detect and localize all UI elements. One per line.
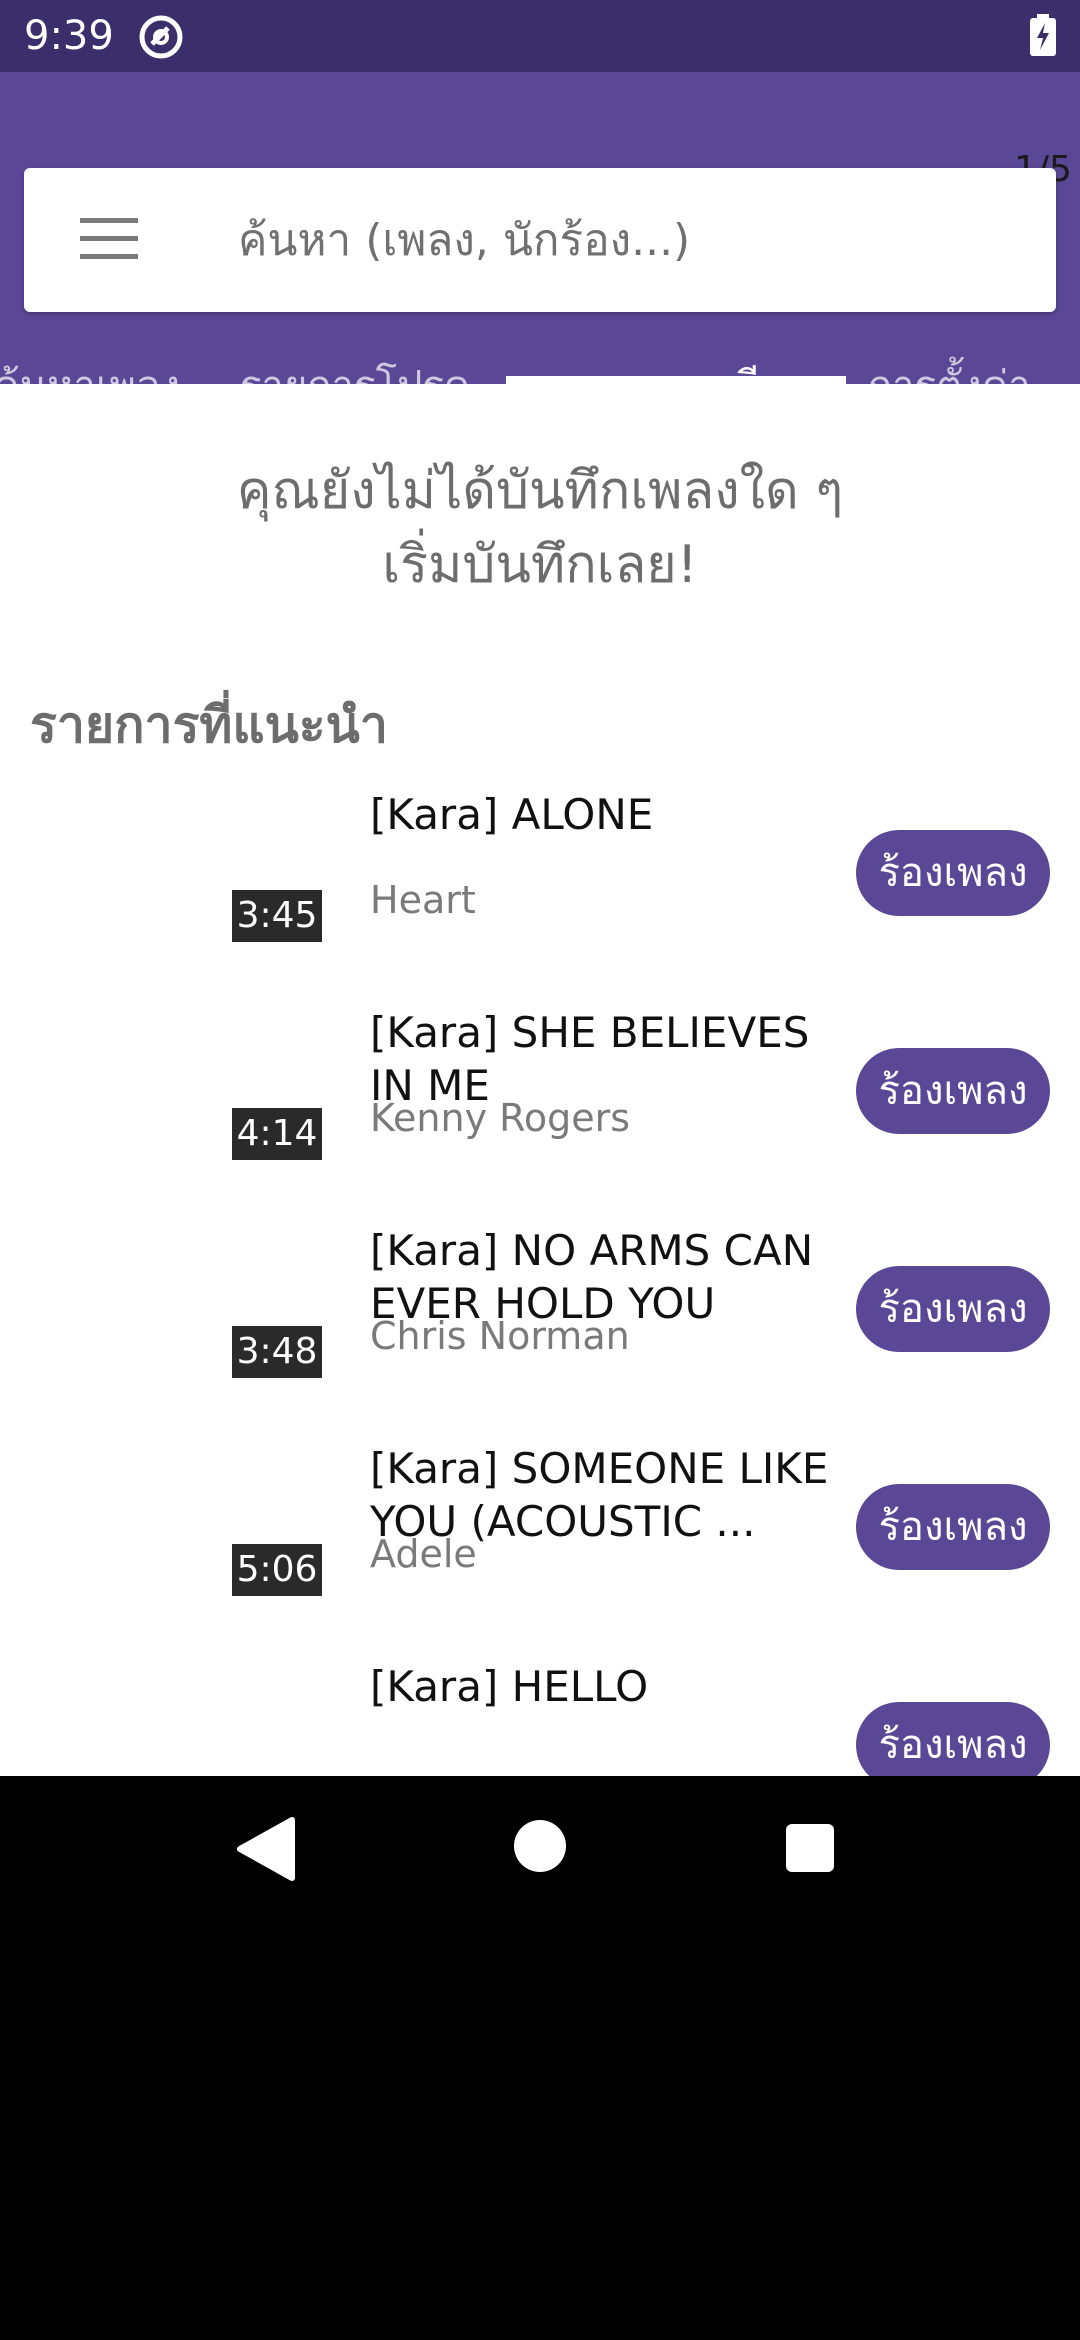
system-navigation-bar [0,1776,1080,1920]
main-content[interactable]: คุณยังไม่ได้บันทึกเพลงใด ๆ เริ่มบันทึกเล… [0,384,1080,1776]
empty-state-line2: เริ่มบันทึกเลย! [382,535,698,595]
search-input[interactable]: ค้นหา (เพลง, นักร้อง...) [238,214,690,268]
sing-button[interactable]: ร้องเพลง [856,1702,1050,1776]
song-artist: Chris Norman [370,1314,630,1358]
song-duration: 3:48 [232,1326,322,1378]
song-duration: 4:14 [232,1108,322,1160]
hamburger-menu-icon[interactable] [80,216,138,262]
status-bar: 9:39 [0,0,1080,72]
sing-button[interactable]: ร้องเพลง [856,1484,1050,1570]
sing-button[interactable]: ร้องเพลง [856,830,1050,916]
sing-button[interactable]: ร้องเพลง [856,1266,1050,1352]
song-item[interactable]: 3:48 [Kara] NO ARMS CAN EVER HOLD YOU Ch… [0,1224,1080,1442]
screen: 9:39 1/5 ค้นหา (เพลง, นักร้อง...) ค้นหาเ… [0,0,1080,2340]
square-recent-icon[interactable] [786,1824,834,1872]
search-bar[interactable]: ค้นหา (เพลง, นักร้อง...) [24,168,1056,312]
section-title: รายการที่แนะนำ [30,696,388,754]
active-tab-indicator [506,376,846,384]
song-item[interactable]: 3:45 [Kara] ALONE Heart ร้องเพลง [0,788,1080,1006]
empty-state-message: คุณยังไม่ได้บันทึกเพลงใด ๆ เริ่มบันทึกเล… [0,454,1080,602]
battery-charging-icon [1030,14,1056,56]
at-circle-icon [139,15,183,59]
triangle-back-icon[interactable] [236,1816,296,1882]
circle-home-icon[interactable] [514,1820,566,1872]
status-time: 9:39 [24,13,114,59]
song-title: [Kara] ALONE [370,790,654,839]
song-title: [Kara] HELLO [370,1662,649,1711]
song-artist: Adele [370,1532,477,1576]
empty-state-line1: คุณยังไม่ได้บันทึกเพลงใด ๆ [236,461,844,521]
song-duration: 5:06 [232,1544,322,1596]
app-header: 1/5 ค้นหา (เพลง, นักร้อง...) ค้นหาเพลง ร… [0,72,1080,409]
song-duration: 3:45 [232,890,322,942]
song-artist: Kenny Rogers [370,1096,631,1140]
song-item[interactable]: 4:14 [Kara] SHE BELIEVES IN ME Kenny Rog… [0,1006,1080,1224]
song-item[interactable]: 5:06 [Kara] SOMEONE LIKE YOU (ACOUSTIC .… [0,1442,1080,1660]
sing-button[interactable]: ร้องเพลง [856,1048,1050,1134]
song-item[interactable]: [Kara] HELLO ร้องเพลง [0,1660,1080,1776]
song-artist: Heart [370,878,476,922]
